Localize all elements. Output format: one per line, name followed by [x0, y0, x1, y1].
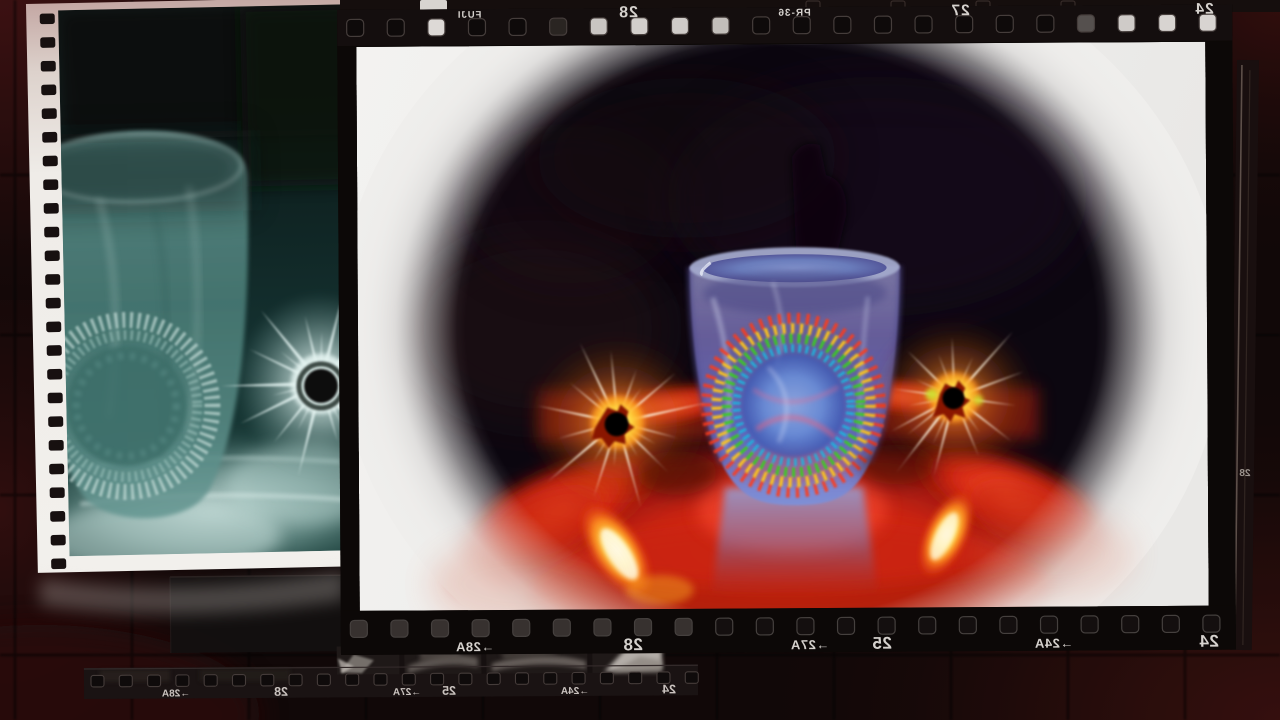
svg-text:→27A: →27A: [790, 637, 829, 652]
svg-text:→24A: →24A: [1034, 636, 1073, 651]
svg-text:→28A: →28A: [162, 688, 190, 699]
svg-text:25: 25: [442, 684, 456, 698]
svg-text:→27A: →27A: [393, 687, 421, 698]
svg-text:FUJI: FUJI: [457, 10, 482, 21]
svg-text:25: 25: [872, 634, 892, 653]
svg-text:→24A: →24A: [561, 686, 589, 697]
svg-text:28: 28: [274, 685, 288, 699]
svg-text:27: 27: [950, 2, 969, 19]
svg-text:28: 28: [618, 4, 638, 21]
svg-text:24: 24: [1199, 632, 1219, 651]
svg-text:→28A: →28A: [455, 639, 494, 654]
svg-text:28: 28: [1239, 468, 1251, 479]
svg-text:24: 24: [1194, 1, 1213, 18]
svg-text:28: 28: [623, 635, 643, 654]
svg-text:PR-36: PR-36: [777, 8, 810, 19]
svg-text:24: 24: [662, 682, 676, 696]
